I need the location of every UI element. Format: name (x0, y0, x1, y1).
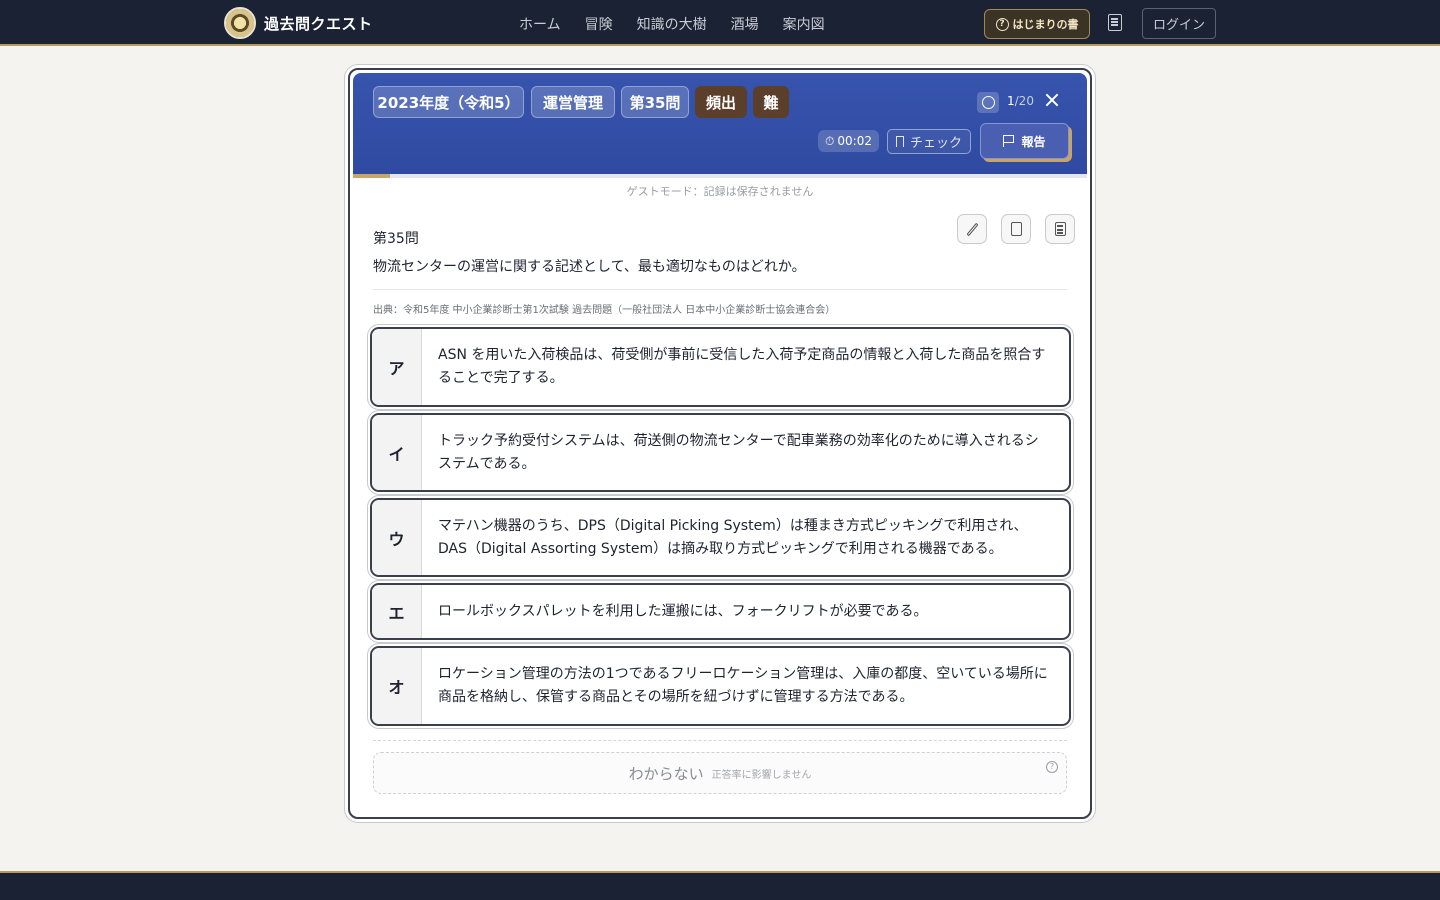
frequency-tag: 頻出 (695, 86, 747, 118)
question-number: 第35問 (373, 231, 419, 247)
dashed-divider (373, 740, 1067, 741)
dont-know-label: わからない (628, 764, 704, 783)
year-tag: 2023年度（令和5） (373, 86, 524, 118)
question-counter: 1/20 (1007, 94, 1034, 108)
choice-i[interactable]: イ トラック予約受付システムは、荷送側の物流センターで配車業務の効率化のために導… (370, 413, 1071, 492)
choice-letter: ア (372, 329, 422, 405)
calculator-tool-button[interactable] (1045, 214, 1075, 244)
divider (373, 289, 1067, 290)
question-header: 2023年度（令和5） 運営管理 第35問 頻出 難 1/20 ⏱ 00:02 … (353, 73, 1087, 174)
check-button-label: チェック (909, 136, 962, 151)
bookmark-icon (895, 136, 904, 147)
check-button[interactable]: チェック (887, 129, 971, 154)
choice-text: マテハン機器のうち、DPS（Digital Picking System）は種ま… (438, 517, 1028, 557)
footer-bar (0, 871, 1440, 900)
difficulty-tag: 難 (753, 86, 789, 118)
choice-u[interactable]: ウ マテハン機器のうち、DPS（Digital Picking System）は… (370, 498, 1071, 577)
choice-letter: ウ (372, 500, 422, 575)
stopwatch-icon: ⏱ (825, 133, 835, 148)
question-source: 出典：令和5年度 中小企業診断士第1次試験 過去問題（一般社団法人 日本中小企業… (373, 305, 836, 316)
brand-name: 過去問クエスト (264, 14, 373, 33)
counter-total: /20 (1014, 94, 1034, 108)
calculator-icon (1055, 222, 1066, 236)
choice-o[interactable]: オ ロケーション管理の方法の1つであるフリーロケーション管理は、入庫の都度、空い… (370, 646, 1071, 726)
progress-fill (353, 174, 390, 178)
choice-e[interactable]: エ ロールボックスパレットを利用した運搬には、フォークリフトが必要である。 (370, 583, 1071, 640)
memo-tool-button[interactable] (957, 214, 987, 244)
report-button-label: 報告 (1021, 134, 1046, 149)
dont-know-button[interactable]: わからない 正答率に影響しません ? (373, 752, 1067, 794)
pencil-icon (966, 222, 979, 237)
nav-guide-map[interactable]: 案内図 (783, 14, 825, 34)
nav-adventure[interactable]: 冒険 (585, 14, 613, 34)
choice-text: ロケーション管理の方法の1つであるフリーロケーション管理は、入庫の都度、空いてい… (438, 666, 1048, 705)
question-text: 物流センターの運営に関する記述として、最も適切なものはどれか。 (373, 259, 806, 275)
nav-tavern[interactable]: 酒場 (731, 14, 759, 34)
book-icon[interactable] (1108, 14, 1122, 31)
help-icon[interactable]: ? (1046, 761, 1058, 773)
timer-value: 00:02 (837, 134, 872, 148)
beginners-guide-button[interactable]: ? はじまりの書 (984, 9, 1090, 39)
dont-know-note: 正答率に影響しません (711, 769, 812, 781)
close-icon[interactable] (1045, 93, 1059, 107)
app-logo-icon (224, 7, 256, 39)
document-tool-button[interactable] (1001, 214, 1031, 244)
elapsed-timer: ⏱ 00:02 (818, 130, 879, 152)
progress-bar (353, 174, 1087, 178)
choice-a[interactable]: ア ASN を用いた入荷検品は、荷受側が事前に受信した入荷予定商品の情報と入荷し… (370, 327, 1071, 407)
nav-home[interactable]: ホーム (519, 14, 561, 34)
top-navbar: 過去問クエスト ホーム 冒険 知識の大樹 酒場 案内図 ? はじまりの書 ログイ… (0, 0, 1440, 46)
document-icon (1011, 222, 1022, 236)
choice-letter: エ (372, 585, 422, 638)
help-circle-icon: ? (995, 17, 1009, 31)
flag-icon (1003, 135, 1015, 147)
main-nav: ホーム 冒険 知識の大樹 酒場 案内図 (519, 14, 825, 34)
choice-text: ロールボックスパレットを利用した運搬には、フォークリフトが必要である。 (438, 603, 928, 619)
nav-knowledge-tree[interactable]: 知識の大樹 (637, 14, 707, 34)
counter-current: 1 (1007, 94, 1015, 108)
choice-letter: イ (372, 415, 422, 490)
guest-mode-note: ゲストモード：記録は保存されません (626, 185, 814, 198)
choice-text: ASN を用いた入荷検品は、荷受側が事前に受信した入荷予定商品の情報と入荷した商… (438, 347, 1046, 386)
question-number-tag: 第35問 (621, 86, 689, 118)
question-card: 2023年度（令和5） 運営管理 第35問 頻出 難 1/20 ⏱ 00:02 … (348, 68, 1092, 819)
choice-letter: オ (372, 648, 422, 724)
brand[interactable]: 過去問クエスト (224, 7, 373, 39)
choice-text: トラック予約受付システムは、荷送側の物流センターで配車業務の効率化のために導入さ… (438, 432, 1039, 472)
report-button[interactable]: 報告 (980, 123, 1069, 159)
login-button[interactable]: ログイン (1142, 8, 1216, 39)
subject-tag: 運営管理 (531, 86, 615, 118)
guide-button-label: はじまりの書 (1012, 18, 1079, 31)
alarm-icon[interactable] (977, 92, 999, 113)
